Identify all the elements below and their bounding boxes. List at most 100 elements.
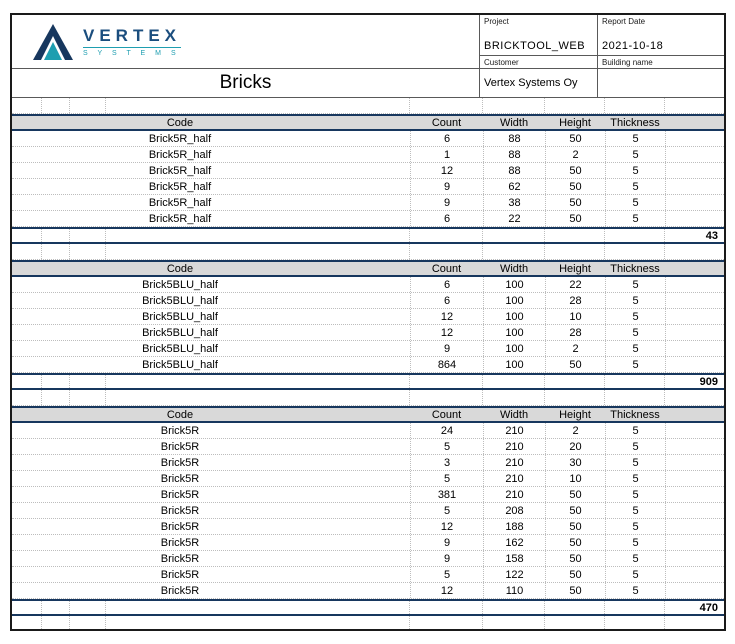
- code-cell: Brick5R: [12, 535, 410, 550]
- report-body: Code Count Width Height Thickness Brick5…: [12, 98, 724, 629]
- height-cell: 10: [545, 471, 605, 486]
- code-cell: Brick5R_half: [12, 163, 410, 178]
- thickness-cell: 5: [605, 439, 665, 454]
- grid-cell: [410, 244, 483, 259]
- grid-cell: [483, 244, 545, 259]
- vertex-logo: VERTEX S Y S T E M S: [12, 15, 479, 69]
- grid-cell: [106, 244, 410, 259]
- code-cell: Brick5R: [12, 519, 410, 534]
- table-row: Brick5R 5 210 10 5: [12, 471, 724, 487]
- table-row: Brick5R 9 162 50 5: [12, 535, 724, 551]
- grid-cell: [70, 375, 106, 388]
- count-cell: 9: [410, 195, 483, 210]
- col-header-count: Count: [410, 116, 483, 129]
- row-spacer-cell: [665, 567, 724, 582]
- width-cell: 62: [483, 179, 545, 194]
- col-header-thickness: Thickness: [605, 262, 665, 275]
- grid-cell: [665, 244, 724, 259]
- width-cell: 100: [483, 293, 545, 308]
- col-header-thickness: Thickness: [605, 408, 665, 421]
- width-cell: 100: [483, 309, 545, 324]
- row-spacer-cell: [665, 211, 724, 226]
- thickness-cell: 5: [605, 293, 665, 308]
- width-cell: 210: [483, 487, 545, 502]
- thickness-cell: 5: [605, 583, 665, 598]
- height-cell: 50: [545, 357, 605, 372]
- thickness-cell: 5: [605, 551, 665, 566]
- table-row: Brick5BLU_half 12 100 28 5: [12, 325, 724, 341]
- table-total-row: 470: [12, 599, 724, 616]
- count-cell: 6: [410, 131, 483, 146]
- width-cell: 100: [483, 341, 545, 356]
- col-header-height: Height: [545, 262, 605, 275]
- row-spacer-cell: [665, 423, 724, 438]
- thickness-cell: 5: [605, 211, 665, 226]
- project-label: Project: [480, 15, 598, 28]
- table-row: Brick5BLU_half 864 100 50 5: [12, 357, 724, 373]
- col-header-spacer: [665, 116, 724, 129]
- table-total-row: 909: [12, 373, 724, 390]
- grid-empty-row: [12, 98, 724, 114]
- grid-cell: [12, 616, 42, 629]
- grid-cell: [605, 98, 665, 113]
- height-cell: 50: [545, 211, 605, 226]
- thickness-cell: 5: [605, 503, 665, 518]
- count-cell: 12: [410, 519, 483, 534]
- grid-cell: [483, 98, 545, 113]
- grid-cell: [545, 390, 605, 405]
- col-header-width: Width: [483, 116, 545, 129]
- code-cell: Brick5R: [12, 455, 410, 470]
- thickness-cell: 5: [605, 519, 665, 534]
- thickness-cell: 5: [605, 163, 665, 178]
- width-cell: 208: [483, 503, 545, 518]
- height-cell: 2: [545, 341, 605, 356]
- grid-cell: [665, 390, 724, 405]
- height-cell: 22: [545, 277, 605, 292]
- table-rows: Brick5R 24 210 2 5 Brick5R 5 210 20 5: [12, 423, 724, 599]
- code-cell: Brick5BLU_half: [12, 325, 410, 340]
- height-cell: 28: [545, 325, 605, 340]
- table-row: Brick5R_half 9 62 50 5: [12, 179, 724, 195]
- bricks-table-3: Code Count Width Height Thickness Brick5…: [12, 406, 724, 616]
- row-spacer-cell: [665, 471, 724, 486]
- grid-cell: [605, 229, 665, 242]
- table-header-row: Code Count Width Height Thickness: [12, 260, 724, 277]
- thickness-cell: 5: [605, 195, 665, 210]
- grid-empty-row: [12, 244, 724, 260]
- count-cell: 24: [410, 423, 483, 438]
- height-cell: 50: [545, 131, 605, 146]
- report-date-label: Report Date: [598, 15, 724, 28]
- grid-cell: [545, 616, 605, 629]
- grid-cell: [12, 229, 42, 242]
- table-rows: Brick5BLU_half 6 100 22 5 Brick5BLU_half…: [12, 277, 724, 373]
- thickness-cell: 5: [605, 309, 665, 324]
- code-cell: Brick5R: [12, 487, 410, 502]
- count-cell: 9: [410, 341, 483, 356]
- table-total-row: 43: [12, 227, 724, 244]
- grid-cell: [12, 390, 42, 405]
- grid-cell: [605, 601, 665, 614]
- col-header-spacer: [665, 408, 724, 421]
- table-row: Brick5R 12 188 50 5: [12, 519, 724, 535]
- row-spacer-cell: [665, 309, 724, 324]
- table-row: Brick5R 5 208 50 5: [12, 503, 724, 519]
- table-header-row: Code Count Width Height Thickness: [12, 406, 724, 423]
- height-cell: 30: [545, 455, 605, 470]
- grid-cell: [410, 601, 483, 614]
- count-cell: 5: [410, 567, 483, 582]
- grid-cell: [42, 601, 70, 614]
- code-cell: Brick5R_half: [12, 147, 410, 162]
- count-cell: 9: [410, 179, 483, 194]
- table-row: Brick5BLU_half 12 100 10 5: [12, 309, 724, 325]
- row-spacer-cell: [665, 487, 724, 502]
- customer-label: Customer: [480, 56, 598, 68]
- grid-cell: [545, 98, 605, 113]
- table-total-value: 470: [665, 601, 724, 614]
- count-cell: 5: [410, 503, 483, 518]
- table-row: Brick5R 9 158 50 5: [12, 551, 724, 567]
- count-cell: 9: [410, 535, 483, 550]
- vertex-triangle-icon: [32, 23, 74, 61]
- row-spacer-cell: [665, 195, 724, 210]
- width-cell: 188: [483, 519, 545, 534]
- height-cell: 50: [545, 583, 605, 598]
